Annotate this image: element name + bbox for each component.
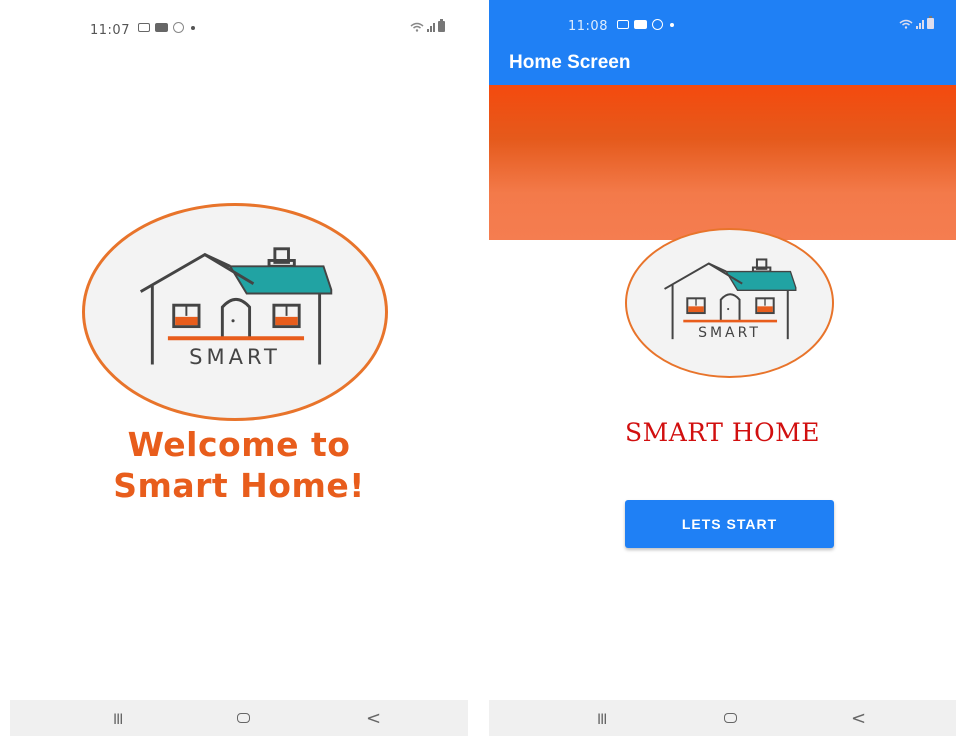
logo-text: SMART <box>189 345 281 369</box>
welcome-heading: Welcome to Smart Home! <box>60 424 418 506</box>
wifi-icon <box>899 19 913 29</box>
welcome-line-2: Smart Home! <box>113 466 365 505</box>
navigation-bar: III < <box>489 700 956 736</box>
gallery-icon <box>617 20 629 29</box>
logo-text: SMART <box>698 325 761 341</box>
circle-icon <box>173 22 184 33</box>
recent-apps-button[interactable]: III <box>113 712 123 728</box>
smart-home-logo: SMART <box>82 203 388 421</box>
app-bar-title: Home Screen <box>509 52 631 73</box>
smart-home-logo: SMART <box>625 228 834 378</box>
header-banner <box>489 85 956 240</box>
lets-start-button[interactable]: LETS START <box>625 500 834 548</box>
signal-icon <box>427 22 435 32</box>
home-button[interactable] <box>724 713 737 723</box>
navigation-bar: III < <box>10 700 468 736</box>
recent-apps-button[interactable]: III <box>597 712 607 728</box>
gallery-icon <box>138 23 150 32</box>
welcome-line-1: Welcome to <box>127 425 351 464</box>
app-title: SMART HOME <box>625 418 820 447</box>
status-time: 11:08 <box>568 19 608 34</box>
notification-icons <box>617 19 674 30</box>
back-button[interactable]: < <box>851 708 866 729</box>
app-bar: 11:08 Home Screen <box>489 0 956 85</box>
status-bar: 11:07 <box>0 0 478 58</box>
system-status-icons <box>410 19 445 32</box>
battery-icon <box>927 16 934 29</box>
home-button[interactable] <box>237 713 250 723</box>
signal-icon <box>916 19 924 29</box>
dot-icon <box>670 22 674 27</box>
circle-icon <box>652 19 663 30</box>
dot-icon <box>191 25 195 30</box>
video-icon <box>155 23 168 32</box>
system-status-icons <box>899 16 934 29</box>
splash-screen: 11:07 SMART Welcome to Smart Home! III < <box>0 0 478 736</box>
video-icon <box>634 20 647 29</box>
wifi-icon <box>410 22 424 32</box>
notification-icons <box>138 22 195 33</box>
house-icon <box>139 247 333 365</box>
back-button[interactable]: < <box>366 708 381 729</box>
battery-icon <box>438 19 445 32</box>
status-time: 11:07 <box>90 23 130 38</box>
house-icon <box>664 258 797 340</box>
home-screen: 11:08 Home Screen SMART SMART HOME LETS … <box>489 0 956 736</box>
